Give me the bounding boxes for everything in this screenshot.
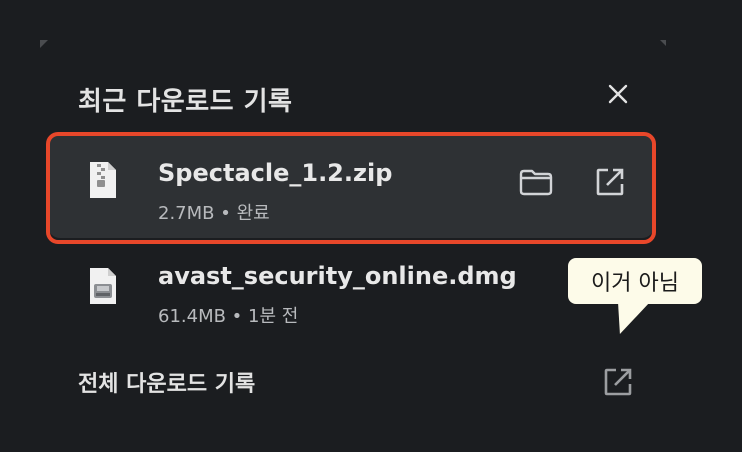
dmg-file-icon <box>88 266 118 310</box>
open-external-icon <box>596 168 624 196</box>
file-meta: 61.4MB • 1분 전 <box>158 306 299 327</box>
downloads-panel: 최근 다운로드 기록 Spectacle_1.2.zip 2.7MB • 완료 … <box>40 42 666 452</box>
close-icon <box>608 84 628 104</box>
panel-title: 최근 다운로드 기록 <box>78 87 293 117</box>
folder-icon <box>519 169 553 196</box>
file-name[interactable]: Spectacle_1.2.zip <box>158 159 392 187</box>
file-meta: 2.7MB • 완료 <box>158 203 270 224</box>
open-external-icon <box>604 368 632 396</box>
open-file-button[interactable] <box>592 164 628 200</box>
all-downloads-link[interactable]: 전체 다운로드 기록 <box>78 366 255 398</box>
download-item[interactable]: avast_security_online.dmg 61.4MB • 1분 전 <box>48 240 654 344</box>
downloads-screen: 최근 다운로드 기록 Spectacle_1.2.zip 2.7MB • 완료 … <box>0 0 742 452</box>
show-in-folder-button[interactable] <box>518 164 554 200</box>
download-item[interactable]: Spectacle_1.2.zip 2.7MB • 완료 <box>48 134 654 238</box>
zip-file-icon <box>88 160 118 204</box>
open-downloads-button[interactable] <box>598 362 638 402</box>
annotation-callout: 이거 아님 <box>568 258 702 304</box>
file-name[interactable]: avast_security_online.dmg <box>158 262 517 290</box>
close-button[interactable] <box>604 80 632 108</box>
